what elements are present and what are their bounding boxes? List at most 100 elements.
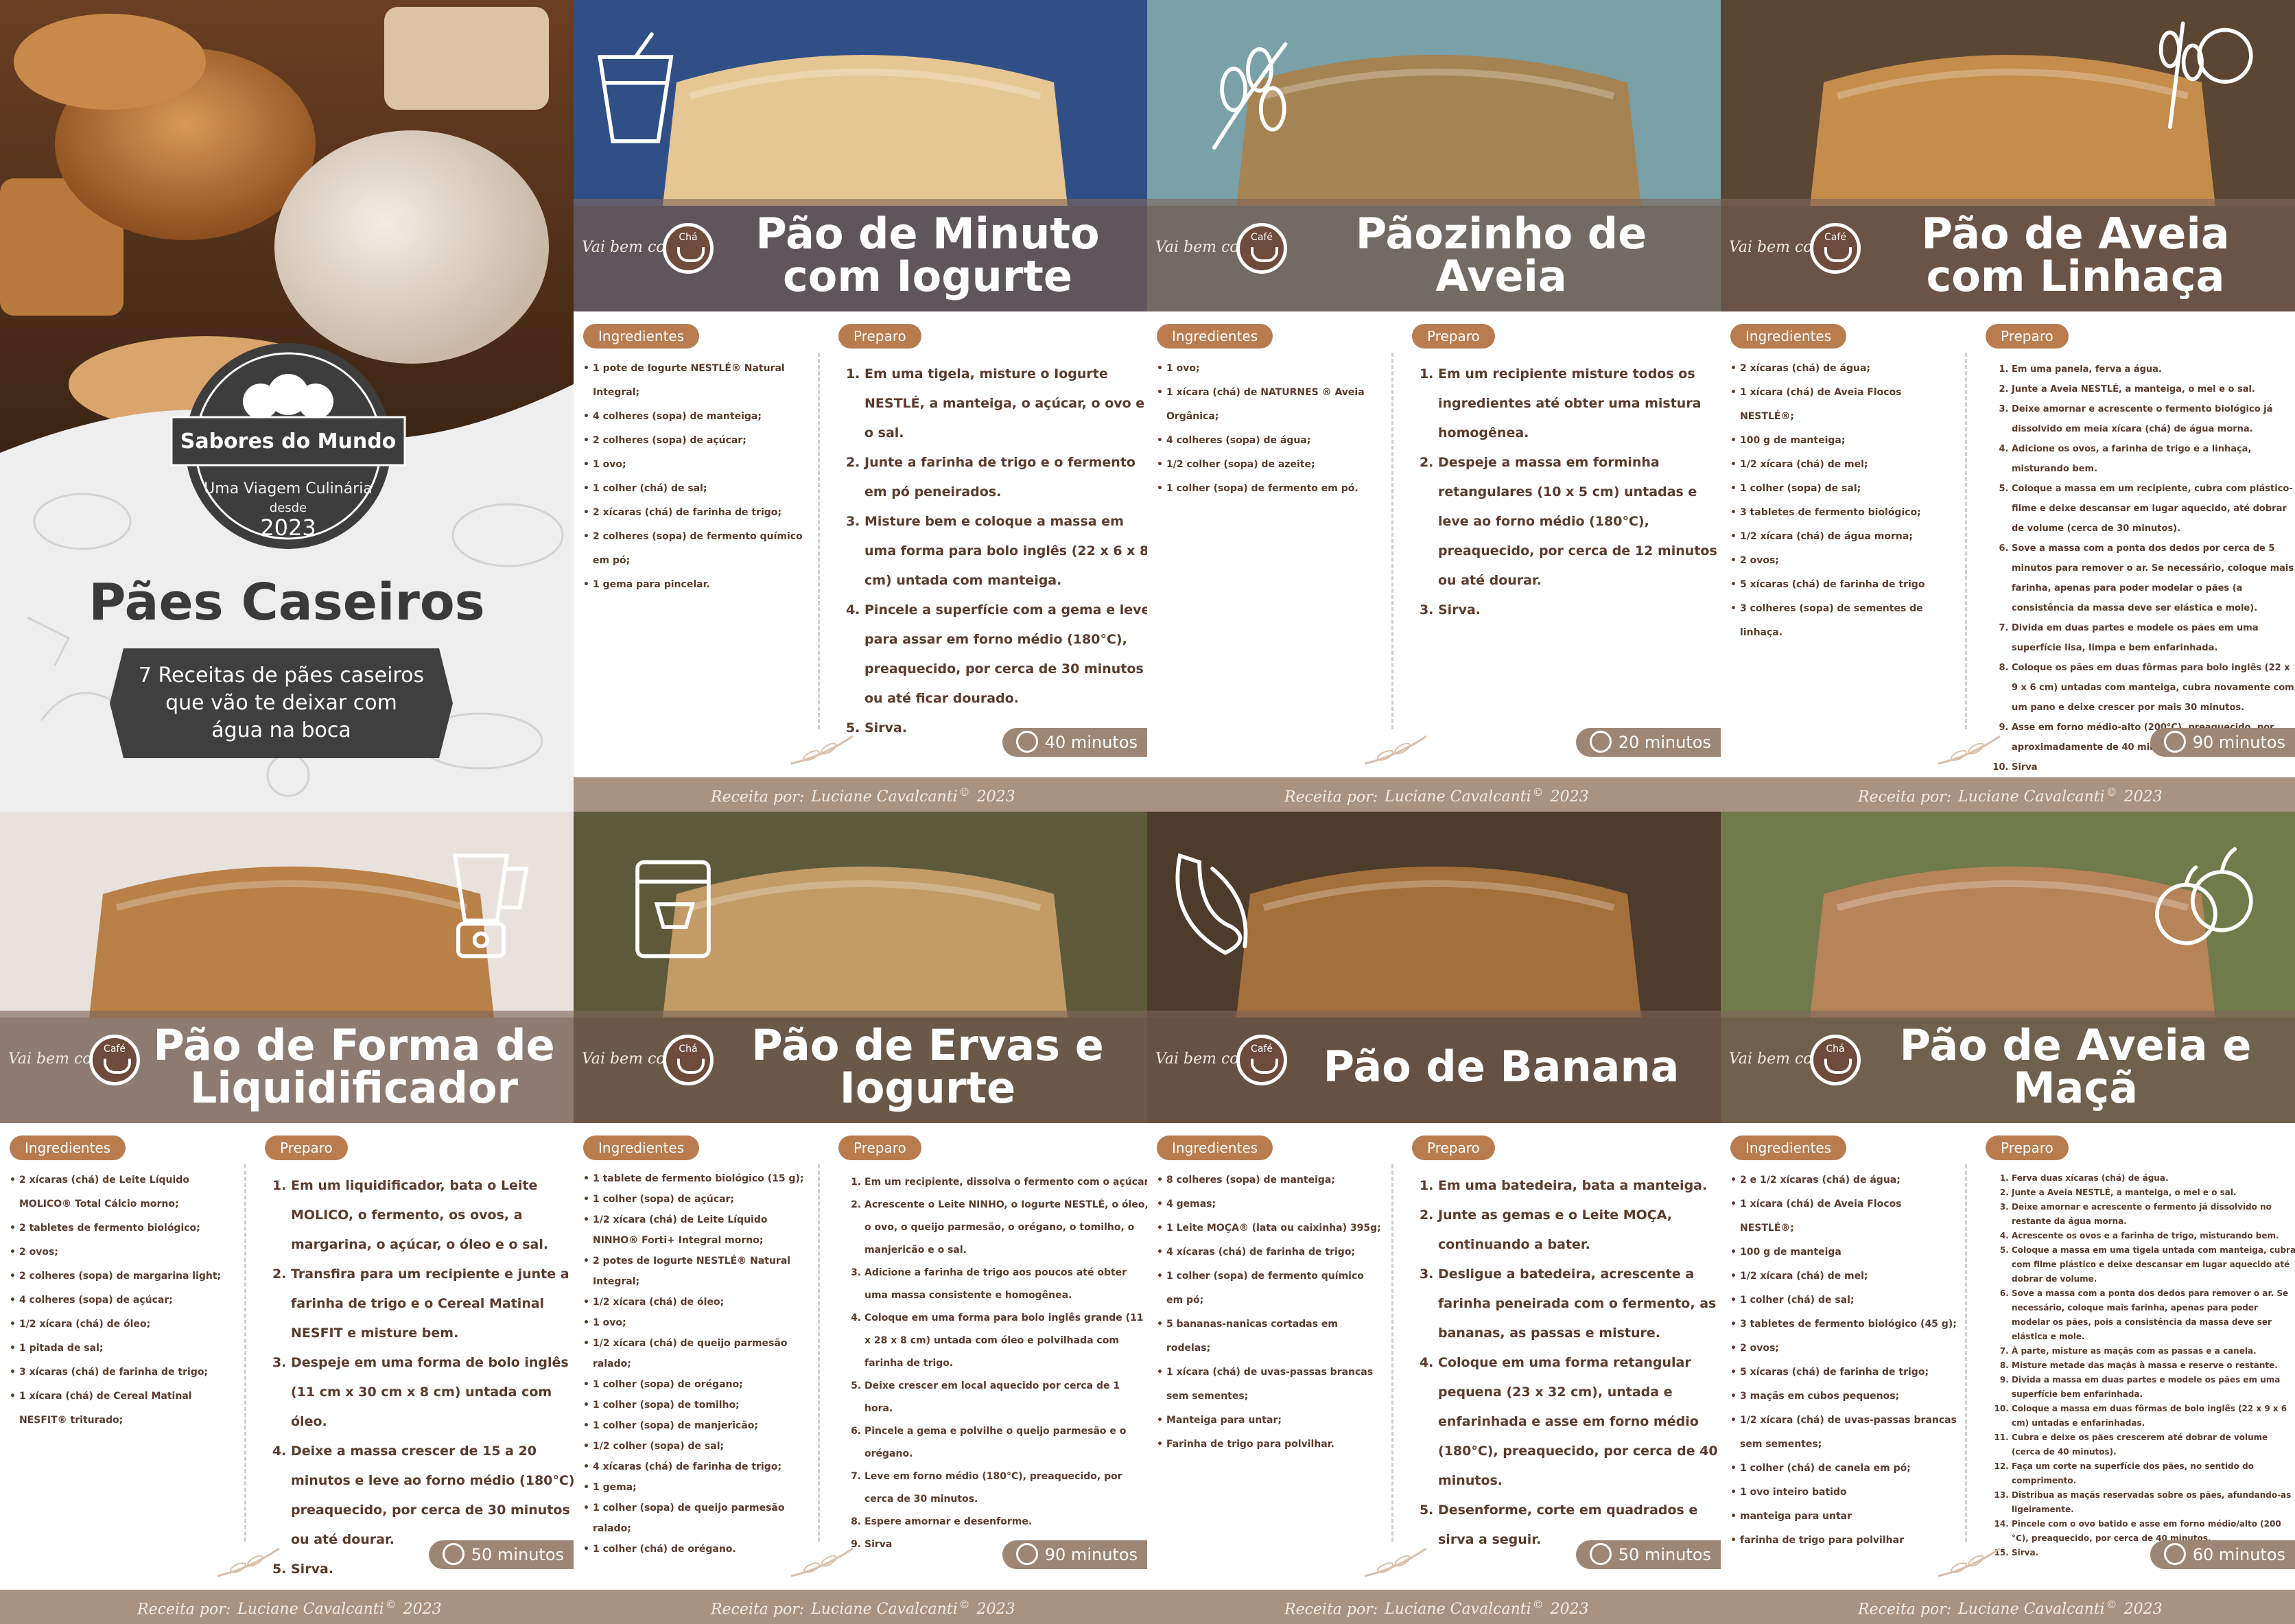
- recipe-title: Pão de Aveia e Maçã: [1899, 1020, 2252, 1113]
- ingredient-item: 100 g de manteiga;: [1730, 429, 1957, 453]
- oat-sprig-icon: [1188, 27, 1305, 158]
- ingredient-item: 5 xícaras (chá) de farinha de trigo;: [1730, 1361, 1957, 1385]
- recipe-collage: Sabores do Mundo Uma Viagem Culinária de…: [0, 0, 2295, 1624]
- prep-step: Divida em duas partes e modele os pães e…: [2012, 618, 2295, 658]
- credit-name: Luciane Cavalcanti: [1385, 788, 1531, 806]
- ingredients-list: 1 pote de Iogurte NESTLÉ® Natural Integr…: [583, 357, 810, 597]
- ingredients-heading: Ingredientes: [1157, 1135, 1273, 1160]
- title-band: Vai bem com Café Pão de Forma de Liquidifi…: [0, 1011, 574, 1123]
- recipe-title: Pão de Banana: [1323, 1042, 1680, 1092]
- banana-icon: [1154, 839, 1271, 969]
- prep-heading: Preparo: [1412, 324, 1495, 349]
- prep-step: Coloque os pães em duas fôrmas para bolo…: [2012, 658, 2295, 718]
- cover-subtitle: 7 Receitas de pães caseiros que vão te d…: [138, 663, 425, 742]
- ingredient-item: 5 xícaras (chá) de farinha de trigo: [1730, 573, 1957, 597]
- ingredients-list: 1 tablete de fermento biológico (15 g);1…: [583, 1168, 810, 1560]
- ingredient-item: 1 gema;: [583, 1477, 810, 1498]
- ingredient-item: 2 colheres (sopa) de margarina light;: [10, 1264, 236, 1288]
- title-band: Vai bem com Chá Pão de Ervas e Iogurte: [574, 1011, 1147, 1123]
- time-label: 50 minutos: [471, 1545, 564, 1564]
- ingredient-item: 4 colheres (sopa) de açúcar;: [10, 1288, 236, 1313]
- cover-subtitle-banner: 7 Receitas de pães caseiros que vão te d…: [110, 648, 453, 758]
- credit-year: 2023: [403, 1601, 442, 1619]
- brand-tagline: Uma Viagem Culinária: [204, 480, 373, 497]
- credit-year: 2023: [976, 1601, 1015, 1619]
- ingredient-item: 1 colher (chá) de canela em pó;: [1730, 1457, 1957, 1481]
- credit-footer: Receita por: Luciane Cavalcanti © 2023: [1721, 1590, 2295, 1624]
- credit-footer: Receita por: Luciane Cavalcanti © 2023: [574, 1590, 1147, 1624]
- prep-heading: Preparo: [265, 1135, 348, 1160]
- prep-step: Em uma batedeira, bata a manteiga.: [1438, 1171, 1721, 1201]
- pairing-label: Café: [1824, 232, 1846, 243]
- clock-icon: [2163, 731, 2186, 753]
- prep-step: Desligue a batedeira, acrescente a farin…: [1438, 1260, 1721, 1348]
- prep-steps: Em uma batedeira, bata a manteiga.Junte …: [1420, 1171, 1721, 1555]
- ingredients-heading: Ingredientes: [583, 324, 700, 349]
- ingredient-item: 4 gemas;: [1157, 1192, 1383, 1216]
- blender-icon: [423, 839, 539, 969]
- wheat-seeds-icon: [2144, 7, 2261, 137]
- time-badge: 90 minutos: [2150, 728, 2295, 757]
- ingredient-item: 1/2 xícara (chá) de Leite Líquido NINHO®…: [583, 1210, 810, 1251]
- recipe-panel: Vai bem com Chá Pão de Ervas e Iogurte Ingr…: [574, 812, 1147, 1624]
- title-band: Vai bem com Café Pão de Banana: [1147, 1011, 1721, 1123]
- prep-steps: Em uma tigela, misture o Iogurte NESTLÉ,…: [847, 360, 1147, 743]
- ingredient-item: 5 bananas-nanicas cortadas em rodelas;: [1157, 1313, 1383, 1361]
- pairing-label: Café: [1251, 232, 1273, 243]
- ingredient-item: 2 xícaras (chá) de água;: [1730, 357, 1957, 381]
- ingredients-list: 2 e 1/2 xícaras (chá) de água;1 xícara (…: [1730, 1168, 1957, 1553]
- prep-steps: Em um recipiente misture todos os ingred…: [1420, 360, 1721, 625]
- credit-prefix: Receita por:: [711, 788, 805, 806]
- recipe-title: Pão de Aveia com Linhaça: [1921, 209, 2230, 301]
- pairing-badge: Chá: [663, 223, 714, 274]
- ingredient-item: 3 maçãs em cubos pequenos;: [1730, 1385, 1957, 1409]
- ingredient-item: 8 colheres (sopa) de manteiga;: [1157, 1168, 1383, 1192]
- recipe-panel: Vai bem com Café Pão de Banana Ingredientes…: [1147, 812, 1721, 1624]
- ingredients-list: 1 ovo;1 xícara (chá) de NATURNES ® Aveia…: [1157, 357, 1383, 501]
- ingredient-item: Farinha de trigo para polvilhar.: [1157, 1433, 1383, 1457]
- column-divider: [1391, 1164, 1393, 1542]
- prep-step: Faça um corte na superfície dos pães, no…: [2012, 1459, 2295, 1488]
- recipe-credit: Receita por: Luciane Cavalcanti © 2023: [1858, 1598, 2163, 1618]
- ingredient-item: 1 colher (chá) de orégano.: [583, 1539, 810, 1560]
- recipe-title: Pão de Ervas e Iogurte: [751, 1020, 1104, 1113]
- prep-steps: Ferva duas xícaras (chá) de água.Junte a…: [1994, 1171, 2295, 1560]
- pairing-badge: Chá: [1810, 1035, 1861, 1085]
- time-label: 60 minutos: [2192, 1545, 2285, 1564]
- sprig-icon: [1935, 1542, 2003, 1583]
- prep-heading: Preparo: [1986, 1135, 2069, 1160]
- ingredient-item: 2 ovos;: [1730, 1337, 1957, 1361]
- ingredient-item: 1/2 xícara (chá) de mel;: [1730, 453, 1957, 477]
- recipe-body: Ingredientes Preparo 1 tablete de fermento…: [574, 1123, 1147, 1590]
- ingredient-item: 1 pitada de sal;: [10, 1337, 236, 1361]
- brand-year: 2023: [260, 515, 316, 541]
- credit-name: Luciane Cavalcanti: [1958, 788, 2105, 806]
- ingredient-item: 1/2 xícara (chá) de queijo parmesão rala…: [583, 1333, 810, 1374]
- time-label: 90 minutos: [2192, 733, 2285, 752]
- ingredient-item: Manteiga para untar;: [1157, 1409, 1383, 1433]
- prep-step: Coloque a massa em duas fôrmas de bolo i…: [2012, 1402, 2295, 1431]
- cover-title: Pães Caseiros: [89, 573, 485, 632]
- ingredient-item: 2 ovos;: [10, 1240, 236, 1264]
- time-badge: 50 minutos: [1575, 1540, 1721, 1569]
- time-badge: 90 minutos: [1002, 1540, 1147, 1569]
- ingredient-item: 3 tabletes de fermento biológico;: [1730, 501, 1957, 525]
- ingredient-item: 1/2 xícara (chá) de óleo;: [583, 1292, 810, 1313]
- prep-step: Acrescente os ovos e a farinha de trigo,…: [2012, 1229, 2295, 1243]
- ingredient-item: 3 xícaras (chá) de farinha de trigo;: [10, 1361, 236, 1385]
- ingredient-item: 4 xícaras (chá) de farinha de trigo;: [1157, 1240, 1383, 1264]
- recipe-body: Ingredientes Preparo 8 colheres (sopa) de …: [1147, 1123, 1721, 1590]
- column-divider: [1391, 353, 1393, 729]
- prep-step: Pincele a superfície com a gema e leve p…: [864, 596, 1147, 714]
- clock-icon: [1015, 1543, 1038, 1565]
- prep-step: Transfira para um recipiente e junte a f…: [291, 1260, 574, 1348]
- ingredient-item: 1 colher (sopa) de queijo parmesão ralad…: [583, 1498, 810, 1539]
- cup-icon: [1251, 247, 1278, 262]
- prep-step: Junte a Aveia NESTLÉ, a manteiga, o mel …: [2012, 379, 2295, 399]
- credit-year: 2023: [2123, 1601, 2163, 1619]
- ingredient-item: 1/2 colher (sopa) de azeite;: [1157, 453, 1383, 477]
- credit-prefix: Receita por:: [711, 1601, 805, 1619]
- time-label: 50 minutos: [1618, 1545, 1711, 1564]
- ingredient-item: 1/2 xícara (chá) de óleo;: [10, 1313, 236, 1337]
- ingredient-item: 1 xícara (chá) de NATURNES ® Aveia Orgân…: [1157, 381, 1383, 429]
